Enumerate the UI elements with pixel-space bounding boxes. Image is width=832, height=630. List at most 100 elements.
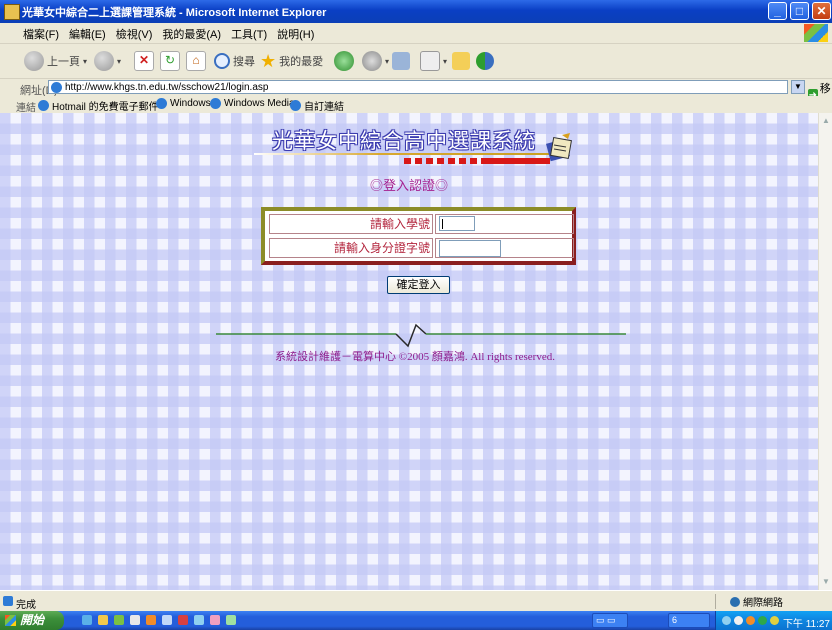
- mail-button[interactable]: ▾: [362, 50, 389, 72]
- quicklaunch-ie-icon[interactable]: [82, 615, 92, 625]
- search-button[interactable]: 搜尋: [214, 50, 255, 72]
- taskbar-window-button[interactable]: ▭ ▭: [592, 613, 628, 628]
- chevron-down-icon: ▾: [83, 56, 88, 66]
- stop-button[interactable]: ✕: [134, 50, 154, 72]
- minimize-button[interactable]: _: [768, 2, 787, 20]
- back-button[interactable]: 上一頁 ▾: [24, 50, 87, 72]
- security-zone: 網際網路: [715, 594, 783, 609]
- tray-security-icon[interactable]: [758, 616, 767, 625]
- login-heading: ◎登入認證◎: [369, 178, 448, 193]
- scroll-down-arrow-icon[interactable]: ▼: [820, 576, 832, 588]
- link-customize[interactable]: 自訂連結: [290, 98, 344, 113]
- zone-label: 網際網路: [743, 598, 783, 609]
- system-tray: 下午 11:27: [715, 611, 832, 630]
- edit-button[interactable]: ▾: [420, 50, 447, 72]
- toolbar: 上一頁 ▾ ▾ ✕ ↻ ⌂ 搜尋 ★ 我的最愛 ▾ ▾: [0, 44, 832, 79]
- page-done-icon: [3, 596, 13, 606]
- tray-app-icon[interactable]: [746, 616, 755, 625]
- scroll-up-arrow-icon[interactable]: ▲: [820, 115, 832, 127]
- menu-help[interactable]: 說明(H): [272, 23, 319, 42]
- ie-link-icon: [290, 100, 301, 111]
- address-input[interactable]: http://www.khgs.tn.edu.tw/sschow21/login…: [48, 80, 788, 94]
- id-card-cell: [435, 238, 574, 258]
- taskbar-group-button[interactable]: 6: [668, 613, 710, 628]
- messenger-icon: [476, 52, 494, 70]
- books-icon: [546, 133, 573, 162]
- quicklaunch-app3-icon[interactable]: [194, 615, 204, 625]
- link-label: 自訂連結: [304, 102, 344, 113]
- links-bar: 連結 Hotmail 的免費電子郵件 Windows Windows Media…: [0, 96, 832, 114]
- star-icon: ★: [260, 50, 277, 71]
- mail-icon: [362, 51, 382, 71]
- banner-red-bar: [484, 158, 550, 164]
- link-label: Windows: [170, 98, 211, 109]
- banner-title: 光華女中綜合高中選課系統: [272, 129, 536, 153]
- menu-file[interactable]: 檔案(F): [18, 23, 64, 42]
- clock: 下午 11:27: [782, 619, 830, 630]
- favorites-button[interactable]: ★ 我的最愛: [260, 50, 323, 72]
- menu-favorites[interactable]: 我的最愛(A): [157, 23, 226, 42]
- quicklaunch-app-icon[interactable]: [146, 615, 156, 625]
- quicklaunch-desktop-icon[interactable]: [162, 615, 172, 625]
- id-card-input[interactable]: [439, 240, 501, 257]
- menu-tools[interactable]: 工具(T): [226, 23, 272, 42]
- quicklaunch-app4-icon[interactable]: [210, 615, 220, 625]
- tray-update-icon[interactable]: [770, 616, 779, 625]
- link-label: Hotmail 的免費電子郵件: [52, 102, 159, 113]
- ie-page-icon: [4, 4, 20, 20]
- address-dropdown-button[interactable]: ▼: [791, 80, 805, 94]
- taskbar: 開始 ▭ ▭ 6 下午 11:27: [0, 611, 832, 630]
- address-bar: 網址(D) http://www.khgs.tn.edu.tw/sschow21…: [0, 79, 832, 111]
- vertical-scrollbar[interactable]: ▲ ▼: [818, 113, 832, 590]
- tray-volume-icon[interactable]: [734, 616, 743, 625]
- history-button[interactable]: [334, 50, 354, 72]
- window-title: 光華女中綜合二上選課管理系統 - Microsoft Internet Expl…: [22, 7, 327, 19]
- student-id-cell: [435, 214, 574, 234]
- tray-network-icon[interactable]: [722, 616, 731, 625]
- chevron-down-icon: ▾: [443, 56, 448, 66]
- student-id-row: 請輸入學號: [269, 214, 574, 234]
- chevron-down-icon: ▾: [385, 56, 390, 66]
- refresh-button[interactable]: ↻: [160, 50, 180, 72]
- history-icon: [334, 51, 354, 71]
- student-id-label: 請輸入學號: [269, 214, 433, 234]
- quicklaunch-app2-icon[interactable]: [178, 615, 188, 625]
- close-button[interactable]: ✕: [812, 2, 831, 20]
- stop-icon: ✕: [134, 51, 154, 71]
- ie-link-icon: [38, 100, 49, 111]
- student-id-input[interactable]: [439, 216, 475, 231]
- chevron-down-icon: ▾: [117, 56, 122, 66]
- id-card-label: 請輸入身分證字號: [269, 238, 433, 258]
- link-windows-media[interactable]: Windows Media: [210, 98, 295, 109]
- quicklaunch-folder-icon[interactable]: [98, 615, 108, 625]
- messenger-button[interactable]: [476, 50, 494, 72]
- id-card-row: 請輸入身分證字號: [269, 238, 574, 258]
- links-label: 連結: [16, 103, 36, 114]
- refresh-icon: ↻: [160, 51, 180, 71]
- print-button[interactable]: [392, 50, 410, 72]
- status-text: 完成: [16, 600, 36, 611]
- menu-edit[interactable]: 編輯(E): [64, 23, 111, 42]
- menu-view[interactable]: 檢視(V): [111, 23, 158, 42]
- back-arrow-icon: [24, 51, 44, 71]
- quicklaunch-media-icon[interactable]: [114, 615, 124, 625]
- forward-button[interactable]: ▾: [94, 50, 121, 72]
- quicklaunch-app5-icon[interactable]: [226, 615, 236, 625]
- link-windows[interactable]: Windows: [156, 98, 211, 109]
- quicklaunch-messenger-icon[interactable]: [130, 615, 140, 625]
- search-label: 搜尋: [233, 56, 255, 68]
- address-url: http://www.khgs.tn.edu.tw/sschow21/login…: [65, 82, 269, 93]
- maximize-button[interactable]: □: [790, 2, 809, 20]
- favorites-label: 我的最愛: [279, 56, 324, 68]
- home-button[interactable]: ⌂: [186, 50, 206, 72]
- windows-flag-icon: [5, 615, 16, 626]
- start-button[interactable]: 開始: [0, 611, 64, 630]
- taskbar-group-count: 6: [672, 615, 678, 625]
- folder-button[interactable]: [452, 50, 470, 72]
- status-bar: 完成 網際網路: [0, 590, 832, 612]
- login-form: 請輸入學號 請輸入身分證字號: [261, 207, 576, 265]
- link-hotmail[interactable]: Hotmail 的免費電子郵件: [38, 98, 159, 113]
- globe-icon: [730, 596, 740, 607]
- edit-page-icon: [420, 51, 440, 71]
- login-button[interactable]: 確定登入: [387, 276, 450, 294]
